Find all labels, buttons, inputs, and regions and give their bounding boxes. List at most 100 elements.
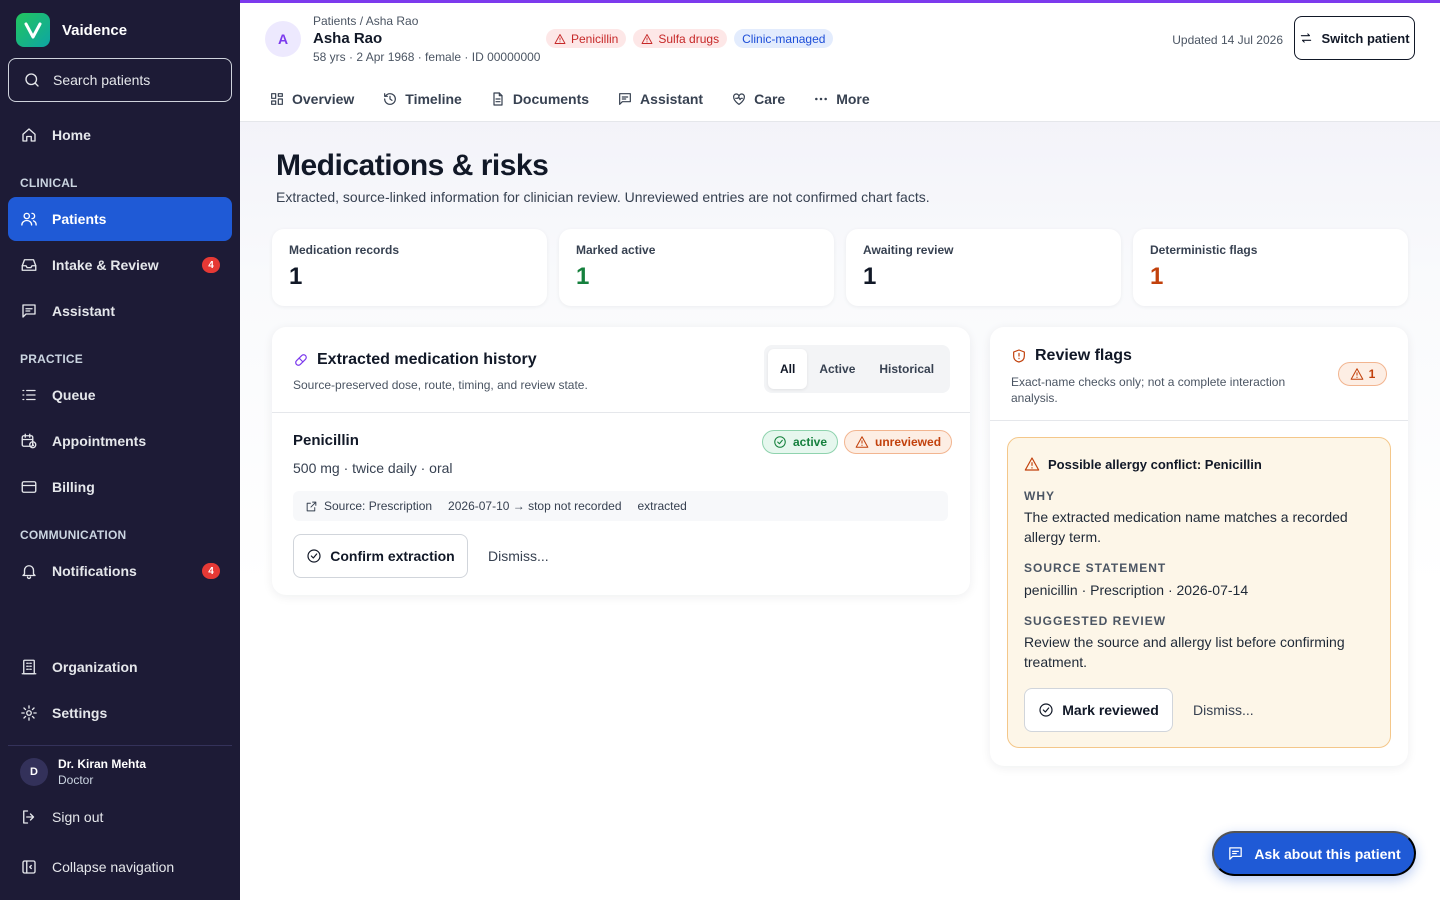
page-title: Medications & risks <box>276 149 549 182</box>
flag-source-text: penicillin · Prescription · 2026-07-14 <box>1024 582 1249 598</box>
nav-notifications-label: Notifications <box>52 563 137 579</box>
medication-source-row: Source: Prescription 2026-07-10 → stop n… <box>293 491 948 521</box>
breadcrumb[interactable]: Patients / Asha Rao <box>313 14 418 28</box>
user-avatar: D <box>20 758 48 786</box>
dismiss-medication-button[interactable]: Dismiss... <box>488 548 549 564</box>
patient-search[interactable] <box>8 58 232 102</box>
nav-patients[interactable]: Patients <box>8 197 232 241</box>
confirm-extraction-button[interactable]: Confirm extraction <box>293 534 468 578</box>
flag-suggest-text: Review the source and allergy list befor… <box>1024 634 1345 670</box>
nav-patients-label: Patients <box>52 211 107 227</box>
sign-out-label: Sign out <box>52 809 104 825</box>
patient-meta: 58 yrs · 2 Apr 1968 · female · ID 000000… <box>313 50 541 64</box>
sign-out-icon <box>23 810 35 824</box>
status-badge-label: active <box>793 435 828 449</box>
nav-home-label: Home <box>52 127 91 143</box>
stat-marked-active: Marked active 1 <box>559 229 834 306</box>
external-link-icon <box>306 501 317 511</box>
nav-organization[interactable]: Organization <box>8 645 232 689</box>
section-communication: COMMUNICATION <box>20 528 127 542</box>
stat-awaiting-review: Awaiting review 1 <box>846 229 1121 306</box>
notifications-count-badge: 4 <box>202 563 220 579</box>
tab-timeline[interactable]: Timeline <box>382 91 462 107</box>
credit-card-icon <box>21 481 37 493</box>
heart-pulse-icon <box>733 92 746 105</box>
review-flags-subtitle: Exact-name checks only; not a complete i… <box>1011 375 1286 405</box>
tab-documents-label: Documents <box>512 90 590 107</box>
review-flags-title-text: Review flags <box>1035 347 1132 364</box>
tab-more[interactable]: More <box>813 90 870 107</box>
section-practice: PRACTICE <box>20 352 83 366</box>
intake-count-badge: 4 <box>202 257 220 273</box>
medication-history-title-text: Extracted medication history <box>317 351 537 368</box>
tab-overview-label: Overview <box>292 90 355 107</box>
check-circle-icon <box>774 436 786 448</box>
source-link[interactable]: Source: Prescription <box>305 499 432 513</box>
card-divider <box>990 420 1408 421</box>
stat-value: 1 <box>1150 263 1164 290</box>
collapse-navigation-button[interactable]: Collapse navigation <box>8 845 232 889</box>
nav-appointments[interactable]: Appointments <box>8 419 232 463</box>
source-label: Source: Prescription <box>324 499 433 513</box>
nav-queue[interactable]: Queue <box>8 373 232 417</box>
search-input[interactable] <box>53 72 213 88</box>
allergy-chip-penicillin: Penicillin <box>546 29 627 48</box>
medication-filter: All Active Historical <box>764 345 950 393</box>
filter-historical[interactable]: Historical <box>867 349 946 389</box>
nav-appointments-label: Appointments <box>52 433 147 449</box>
search-icon <box>25 73 39 87</box>
tab-care-label: Care <box>754 90 786 107</box>
warning-icon <box>554 33 566 44</box>
patient-header: A Patients / Asha Rao Asha Rao 58 yrs · … <box>240 0 1440 76</box>
nav-queue-label: Queue <box>52 387 96 403</box>
nav-assistant[interactable]: Assistant <box>8 289 232 333</box>
nav-billing-label: Billing <box>52 479 95 495</box>
nav-home[interactable]: Home <box>8 113 232 157</box>
warning-icon <box>1024 457 1040 471</box>
brand[interactable]: Vaidence <box>16 13 127 47</box>
filter-active[interactable]: Active <box>807 349 867 389</box>
pill-icon <box>295 354 307 366</box>
user-role: Doctor <box>58 773 94 787</box>
tab-more-label: More <box>836 90 870 107</box>
nav-settings[interactable]: Settings <box>8 691 232 735</box>
nav-billing[interactable]: Billing <box>8 465 232 509</box>
allergy-chip-label: Sulfa drugs <box>658 31 720 46</box>
nav-notifications[interactable]: Notifications 4 <box>8 549 232 593</box>
filter-all[interactable]: All <box>768 349 808 389</box>
flag-title: Possible allergy conflict: Penicillin <box>1024 456 1262 472</box>
sidebar-collapse-icon <box>22 860 36 874</box>
confirm-extraction-label: Confirm extraction <box>330 548 455 564</box>
mark-reviewed-label: Mark reviewed <box>1062 702 1159 718</box>
tab-care[interactable]: Care <box>731 91 785 107</box>
stat-medication-records: Medication records 1 <box>272 229 547 306</box>
flag-count-badge: 1 <box>1338 362 1387 386</box>
flag-title-text: Possible allergy conflict: Penicillin <box>1048 456 1262 472</box>
status-badge-active: active <box>762 430 839 454</box>
review-flags-card: Review flags Exact-name checks only; not… <box>990 327 1408 766</box>
dismiss-flag-button[interactable]: Dismiss... <box>1193 702 1254 718</box>
tab-assistant[interactable]: Assistant <box>617 91 703 107</box>
switch-patient-button[interactable]: Switch patient <box>1294 16 1415 60</box>
warning-icon <box>641 33 653 44</box>
allergy-chip-label: Penicillin <box>571 31 619 46</box>
section-clinical: CLINICAL <box>20 176 78 190</box>
nav-intake-review[interactable]: Intake & Review 4 <box>8 243 232 287</box>
tab-documents[interactable]: Documents <box>490 91 589 107</box>
home-icon <box>22 128 36 142</box>
sign-out-button[interactable]: Sign out <box>8 795 232 839</box>
medication-history-subtitle: Source-preserved dose, route, timing, an… <box>293 378 588 392</box>
current-user[interactable]: D Dr. Kiran Mehta Doctor <box>20 757 146 787</box>
ask-about-patient-button[interactable]: Ask about this patient <box>1212 831 1416 876</box>
stat-value: 1 <box>576 263 590 290</box>
stat-label: Marked active <box>576 243 656 257</box>
sidebar-divider <box>8 745 232 746</box>
mark-reviewed-button[interactable]: Mark reviewed <box>1024 688 1173 732</box>
app-name: Vaidence <box>62 21 128 39</box>
patient-tabs: Overview Timeline Documents Assistant Ca… <box>240 76 1440 122</box>
tab-overview[interactable]: Overview <box>269 91 354 107</box>
extraction-method: extracted <box>637 499 687 513</box>
nav-settings-label: Settings <box>52 705 108 721</box>
medication-dates: 2026-07-10 → stop not recorded <box>448 499 622 513</box>
flag-why-text: The extracted medication name matches a … <box>1024 509 1348 545</box>
